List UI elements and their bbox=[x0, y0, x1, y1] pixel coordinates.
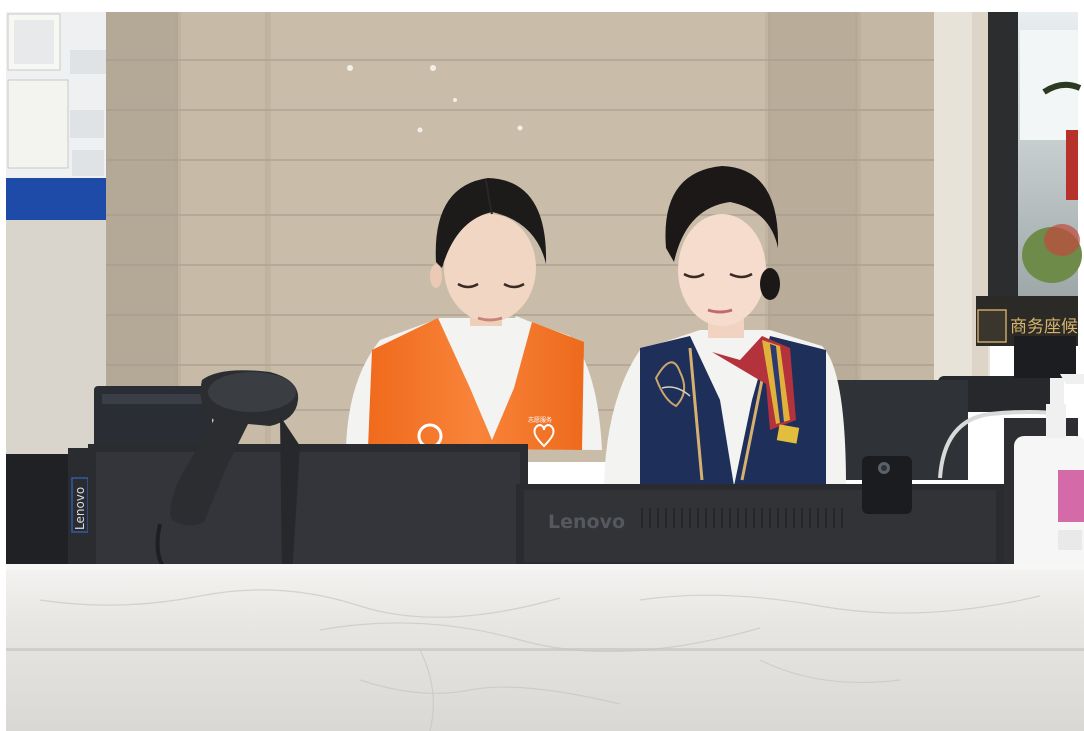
notice-board-blue-strip bbox=[6, 178, 114, 220]
monitor-back-left bbox=[88, 444, 528, 572]
photo-scene: 商务座候 志愿服务 Lenovo Lenovo bbox=[0, 0, 1084, 731]
pc-tower: Lenovo bbox=[6, 448, 89, 578]
pc-brand-label: Lenovo bbox=[73, 487, 87, 530]
camera-icon bbox=[862, 456, 912, 514]
monitor-brand-label: Lenovo bbox=[548, 511, 625, 533]
marble-counter bbox=[6, 564, 1084, 731]
glass-doorway bbox=[988, 12, 1082, 312]
monitor-back-right: Lenovo bbox=[516, 484, 1004, 568]
rear-monitor bbox=[1014, 336, 1076, 378]
lounge-sign-text: 商务座候 bbox=[1010, 317, 1078, 337]
vest-text: 志愿服务 bbox=[528, 416, 552, 424]
